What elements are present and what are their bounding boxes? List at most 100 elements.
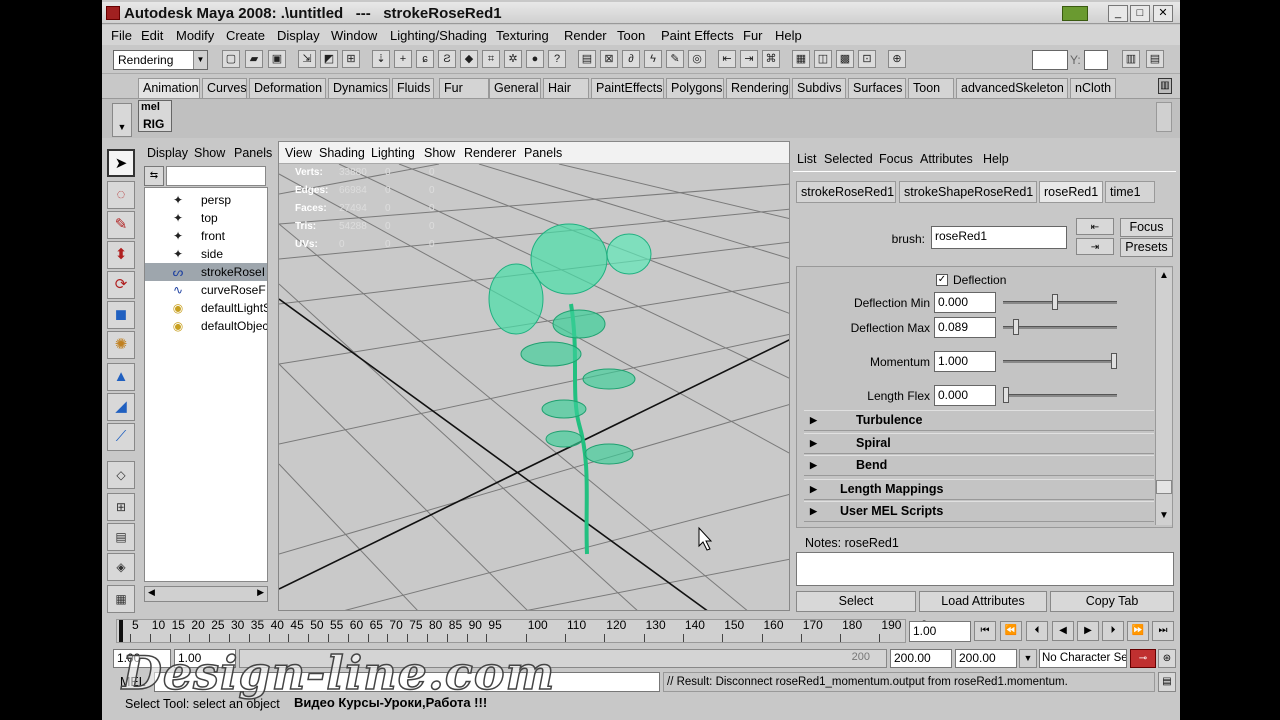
snap-grid-icon[interactable]: ⊠ (600, 50, 618, 68)
select-component-icon[interactable]: ⊞ (342, 50, 360, 68)
ae-menu-help[interactable]: Help (983, 152, 1009, 166)
perspective-viewport[interactable]: View Shading Lighting Show Renderer Pane… (278, 141, 790, 611)
ae-tab-time1[interactable]: time1 (1105, 181, 1155, 203)
load-attributes-button[interactable]: Load Attributes (919, 591, 1047, 612)
ae-tab-strokeshaperosered1[interactable]: strokeShapeRoseRed1 (899, 181, 1037, 203)
scroll-up-icon[interactable]: ▲ (1159, 270, 1169, 281)
outliner-hscroll[interactable]: ◀ ▶ (144, 586, 268, 602)
shelf-tab-toon[interactable]: Toon (908, 78, 954, 98)
menu-paint-effects[interactable]: Paint Effects (661, 28, 734, 43)
menu-file[interactable]: File (111, 28, 132, 43)
attr-field-input[interactable]: 0.000 (934, 292, 996, 313)
snap-curve-icon[interactable]: ∂ (622, 50, 640, 68)
outliner-item[interactable]: ✦ top (145, 209, 267, 227)
output-ops-icon[interactable]: ⇥ (740, 50, 758, 68)
scroll-down-icon[interactable]: ▼ (1159, 510, 1169, 521)
layout-four-icon[interactable]: ⊞ (107, 493, 135, 521)
soft-mod-tool-icon[interactable]: ▲ (107, 363, 135, 391)
paint-select-tool-icon[interactable]: ✎ (107, 211, 135, 239)
outliner-item[interactable]: ∿ curveRoseF (145, 281, 267, 299)
go-to-start-icon[interactable]: ⏮ (974, 621, 996, 641)
outliner-item[interactable]: ᔕ strokeRoseI (145, 263, 267, 281)
attr-field-input[interactable]: 1.000 (934, 351, 996, 372)
attr-slider-thumb[interactable] (1111, 353, 1117, 369)
viewport-menu-lighting[interactable]: Lighting (371, 146, 415, 160)
focus-button[interactable]: Focus (1120, 218, 1173, 237)
render-select-icon[interactable]: ● (526, 50, 544, 68)
range-dropdown-icon[interactable]: ▼ (1019, 649, 1037, 668)
range-end-field[interactable]: 200.00 (955, 649, 1017, 668)
lock-icon[interactable]: ▤ (578, 50, 596, 68)
script-editor-icon[interactable]: ▤ (1158, 672, 1176, 692)
attr-slider-thumb[interactable] (1003, 387, 1009, 403)
shelf-tab-subdivs[interactable]: Subdivs (792, 78, 846, 98)
shelf-tab-painteffects[interactable]: PaintEffects (591, 78, 664, 98)
lasso-tool-icon[interactable]: ◌ (107, 181, 135, 209)
attr-slider-track[interactable] (1003, 394, 1117, 397)
expand-arrow-icon[interactable]: ▶ (810, 456, 817, 475)
close-button[interactable]: ✕ (1153, 5, 1173, 22)
attr-field-input[interactable]: 0.000 (934, 385, 996, 406)
layer-editor-toggle-icon[interactable]: ▤ (1146, 50, 1164, 68)
shelf-tab-fluids[interactable]: Fluids (392, 78, 434, 98)
select-tool-icon[interactable]: ➤ (107, 149, 135, 177)
ae-menu-focus[interactable]: Focus (879, 152, 913, 166)
shelf-menu-arrow[interactable]: ▼ (112, 103, 132, 137)
current-frame-field[interactable]: 1.00 (909, 621, 971, 642)
curve-select-icon[interactable]: Ƨ (438, 50, 456, 68)
ae-menu-selected[interactable]: Selected (824, 152, 873, 166)
input-line-mode-icon[interactable]: ⊕ (888, 50, 906, 68)
ae-section-header[interactable]: ▶ Length Mappings (804, 479, 1154, 500)
scroll-thumb[interactable] (1156, 480, 1172, 494)
deflection-checkbox[interactable]: ✓ (936, 274, 948, 286)
viewport-menu-show[interactable]: Show (424, 146, 455, 160)
misc-select-icon[interactable]: ? (548, 50, 566, 68)
menu-edit[interactable]: Edit (141, 28, 163, 43)
ae-section-header[interactable]: ▶ Turbulence (804, 410, 1154, 431)
step-forward-frame-icon[interactable]: ⏵ (1102, 621, 1124, 641)
make-live-icon[interactable]: ◎ (688, 50, 706, 68)
menu-create[interactable]: Create (226, 28, 265, 43)
render-current-icon[interactable]: ◫ (814, 50, 832, 68)
current-time-marker[interactable] (119, 620, 123, 642)
open-scene-icon[interactable]: ▰ (245, 50, 263, 68)
surface-select-icon[interactable]: ◆ (460, 50, 478, 68)
outliner-item[interactable]: ✦ persp (145, 191, 267, 209)
animation-prefs-icon[interactable]: ⊛ (1158, 649, 1176, 668)
menu-set-dropdown[interactable]: Rendering ▼ (113, 50, 208, 70)
expand-arrow-icon[interactable]: ▶ (810, 411, 817, 430)
ipr-render-icon[interactable]: ▩ (836, 50, 854, 68)
shelf-tab-animation[interactable]: Animation (138, 78, 200, 98)
shelf-tab-general[interactable]: General (489, 78, 541, 98)
menu-window[interactable]: Window (331, 28, 377, 43)
play-forwards-icon[interactable]: ▶ (1077, 621, 1099, 641)
menu-modify[interactable]: Modify (176, 28, 214, 43)
outliner-item[interactable]: ✦ front (145, 227, 267, 245)
menu-lighting-shading[interactable]: Lighting/Shading (390, 28, 487, 43)
shelf-tab-hair[interactable]: Hair (543, 78, 589, 98)
go-to-end-icon[interactable]: ⏭ (1152, 621, 1174, 641)
step-back-key-icon[interactable]: ⏪ (1000, 621, 1022, 641)
shelf-tab-rendering[interactable]: Rendering (726, 78, 790, 98)
layout-hypershade-icon[interactable]: ▦ (107, 585, 135, 613)
attr-slider-thumb[interactable] (1012, 319, 1019, 335)
manipulator-tool-icon[interactable]: ✺ (107, 331, 135, 359)
viewport-menu-view[interactable]: View (285, 146, 312, 160)
shelf-tab-surfaces[interactable]: Surfaces (848, 78, 906, 98)
show-manipulator-tool-icon[interactable]: ◢ (107, 393, 135, 421)
step-forward-key-icon[interactable]: ⏩ (1127, 621, 1149, 641)
shelf-tab-dynamics[interactable]: Dynamics (328, 78, 390, 98)
menu-texturing[interactable]: Texturing (496, 28, 549, 43)
outliner-menu-display[interactable]: Display (147, 146, 188, 160)
character-set-field[interactable]: No Character Se (1039, 649, 1127, 668)
layout-single-icon[interactable]: ◇ (107, 461, 135, 489)
render-view-icon[interactable]: ▦ (792, 50, 810, 68)
outliner-menu-panels[interactable]: Panels (234, 146, 272, 160)
menu-display[interactable]: Display (277, 28, 320, 43)
ae-menu-attributes[interactable]: Attributes (920, 152, 973, 166)
select-object-icon[interactable]: ◩ (320, 50, 338, 68)
step-back-frame-icon[interactable]: ⏴ (1026, 621, 1048, 641)
mel-rig-shelf-button[interactable]: mel RIG (138, 100, 172, 132)
joint-icon[interactable]: ɕ (416, 50, 434, 68)
outliner-item[interactable]: ◉ defaultLightS (145, 299, 267, 317)
